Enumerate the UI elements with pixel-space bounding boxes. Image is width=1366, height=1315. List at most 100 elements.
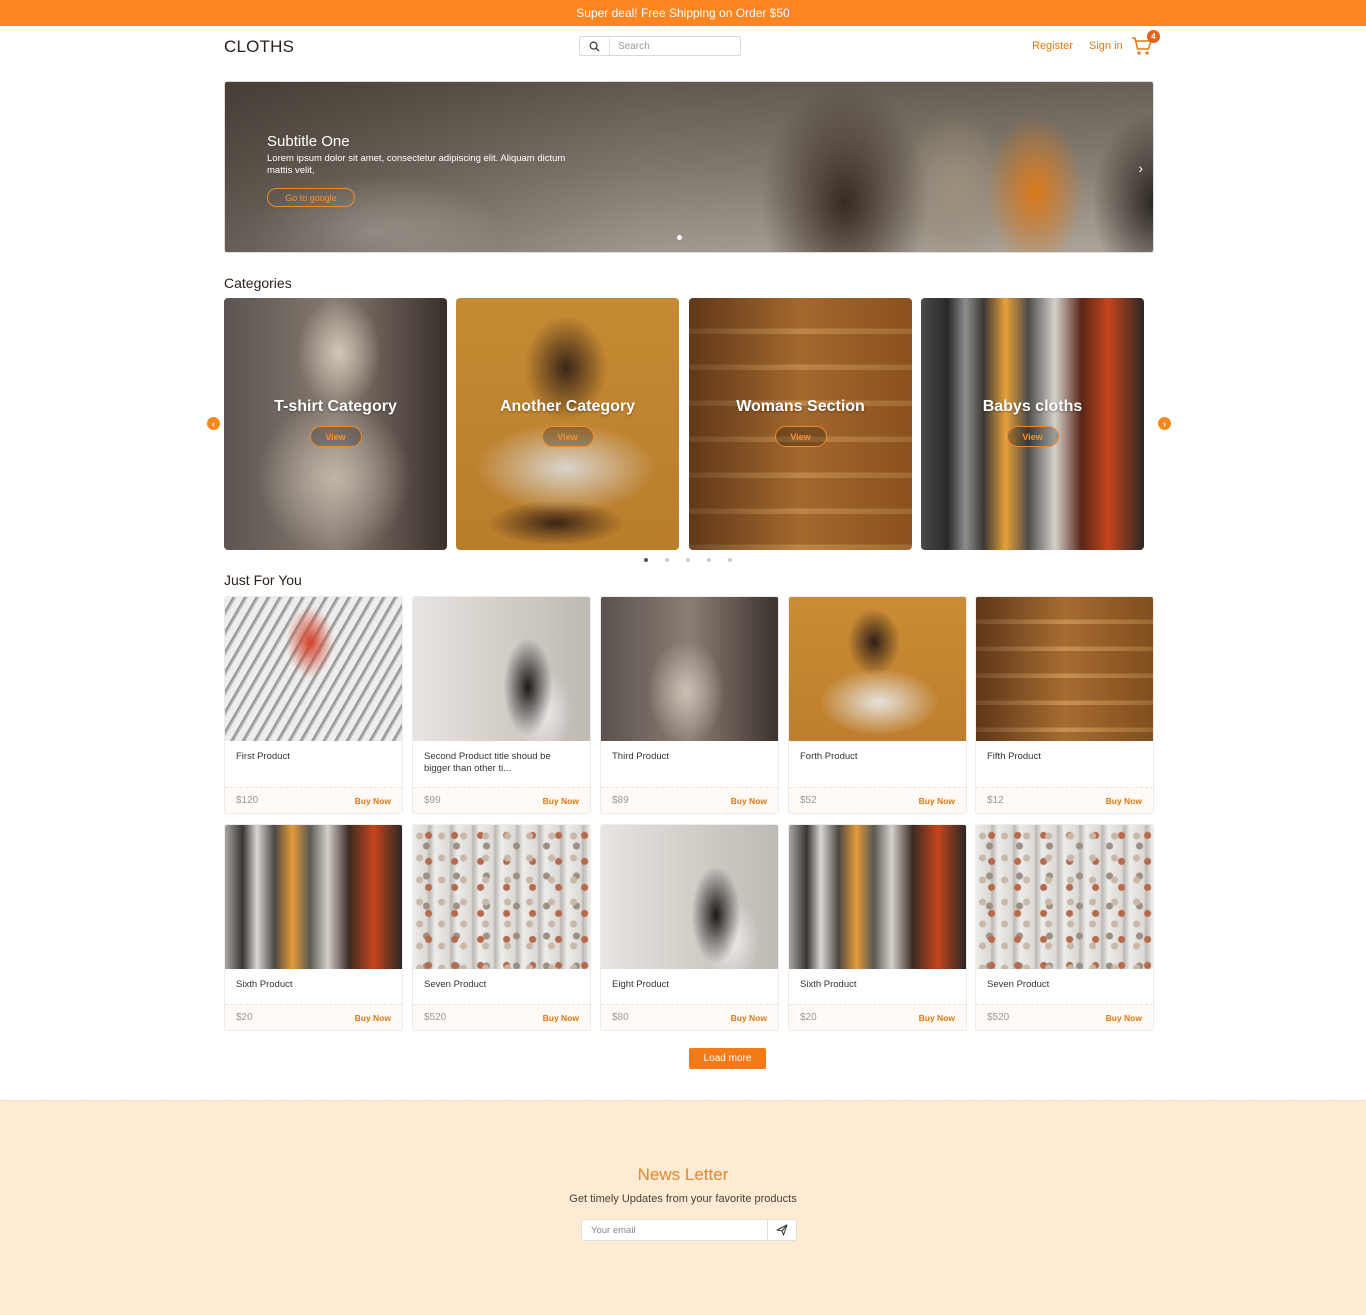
pagination-dot[interactable] [665, 558, 669, 562]
newsletter-email-input[interactable] [582, 1220, 768, 1240]
product-price: $12 [987, 795, 1004, 806]
pagination-dot[interactable] [686, 558, 690, 562]
buy-now-button[interactable]: Buy Now [1106, 1013, 1142, 1023]
just-for-you-title: Just For You [224, 572, 302, 588]
product-price: $89 [612, 795, 629, 806]
category-view-button[interactable]: View [541, 426, 594, 447]
categories-prev-arrow-icon[interactable]: ‹ [207, 417, 220, 430]
product-image [976, 597, 1153, 741]
buy-now-button[interactable]: Buy Now [1106, 796, 1142, 806]
hero-next-arrow-icon[interactable]: › [1138, 160, 1143, 176]
category-card-babys[interactable]: Babys cloths View [921, 298, 1144, 550]
pagination-dot[interactable] [644, 558, 648, 562]
hero-carousel: Subtitle One Lorem ipsum dolor sit amet,… [224, 81, 1154, 253]
category-title: T-shirt Category [274, 398, 397, 415]
category-title: Another Category [499, 398, 636, 415]
product-footer: $520 Buy Now [976, 1004, 1153, 1030]
product-footer: $89 Buy Now [601, 787, 778, 813]
promo-banner: Super deal! Free Shipping on Order $50 [0, 0, 1366, 26]
category-view-button[interactable]: View [774, 426, 827, 447]
load-more-button[interactable]: Load more [689, 1048, 766, 1069]
buy-now-button[interactable]: Buy Now [543, 1013, 579, 1023]
pagination-dot[interactable] [707, 558, 711, 562]
pagination-dot[interactable] [728, 558, 732, 562]
categories-next-arrow-icon[interactable]: › [1158, 417, 1171, 430]
categories-pagination [644, 558, 732, 562]
search-box [579, 36, 741, 56]
category-card-womans[interactable]: Womans Section View [689, 298, 912, 550]
search-icon[interactable] [580, 37, 610, 55]
newsletter-subtitle: Get timely Updates from your favorite pr… [569, 1193, 797, 1205]
search-input[interactable] [610, 38, 738, 54]
product-name: Fifth Product [987, 751, 1041, 762]
product-card[interactable]: Third Product $89 Buy Now [600, 596, 779, 814]
product-footer: $20 Buy Now [789, 1004, 966, 1030]
category-view-button[interactable]: View [1006, 426, 1059, 447]
product-card[interactable]: Seven Product $520 Buy Now [975, 824, 1154, 1031]
product-name: Second Product title shoud be bigger tha… [424, 751, 551, 774]
product-card[interactable]: Second Product title shoud be bigger tha… [412, 596, 591, 814]
product-card[interactable]: Fifth Product $12 Buy Now [975, 596, 1154, 814]
site-logo[interactable]: CLOTHS [224, 37, 294, 57]
hero-dot[interactable] [677, 235, 682, 240]
categories-title: Categories [224, 275, 292, 291]
category-card-tshirt[interactable]: T-shirt Category View [224, 298, 447, 550]
buy-now-button[interactable]: Buy Now [919, 796, 955, 806]
product-image [601, 597, 778, 741]
product-name: Sixth Product [236, 979, 293, 990]
site-header: CLOTHS Register Sign in 4 [0, 26, 1366, 66]
buy-now-button[interactable]: Buy Now [919, 1013, 955, 1023]
category-view-button[interactable]: View [309, 426, 362, 447]
product-image [789, 597, 966, 741]
buy-now-button[interactable]: Buy Now [355, 1013, 391, 1023]
newsletter-title: News Letter [637, 1165, 729, 1184]
product-name: Third Product [612, 751, 670, 762]
product-price: $52 [800, 795, 817, 806]
product-card[interactable]: First Product $120 Buy Now [224, 596, 403, 814]
buy-now-button[interactable]: Buy Now [543, 796, 579, 806]
hero-subtitle: Subtitle One [267, 133, 350, 150]
newsletter-form [581, 1219, 797, 1241]
product-name: Sixth Product [800, 979, 857, 990]
category-title: Babys cloths [982, 398, 1083, 415]
product-footer: $12 Buy Now [976, 787, 1153, 813]
product-footer: $52 Buy Now [789, 787, 966, 813]
product-price: $99 [424, 795, 441, 806]
buy-now-button[interactable]: Buy Now [355, 796, 391, 806]
signin-link[interactable]: Sign in [1089, 40, 1123, 52]
product-price: $20 [236, 1012, 253, 1023]
product-footer: $520 Buy Now [413, 1004, 590, 1030]
product-price: $80 [612, 1012, 629, 1023]
category-card-another[interactable]: Another Category View [456, 298, 679, 550]
product-name: Forth Product [800, 751, 858, 762]
product-price: $120 [236, 795, 259, 806]
product-image [413, 597, 590, 741]
newsletter-section: News Letter Get timely Updates from your… [0, 1100, 1366, 1315]
product-name: Seven Product [424, 979, 487, 990]
product-footer: $99 Buy Now [413, 787, 590, 813]
buy-now-button[interactable]: Buy Now [731, 796, 767, 806]
product-price: $20 [800, 1012, 817, 1023]
cart-button[interactable]: 4 [1131, 30, 1160, 58]
product-card[interactable]: Sixth Product $20 Buy Now [788, 824, 967, 1031]
buy-now-button[interactable]: Buy Now [731, 1013, 767, 1023]
product-card[interactable]: Forth Product $52 Buy Now [788, 596, 967, 814]
product-image [601, 825, 778, 969]
product-image [225, 597, 402, 741]
product-price: $520 [424, 1012, 447, 1023]
product-image [976, 825, 1153, 969]
product-footer: $80 Buy Now [601, 1004, 778, 1030]
register-link[interactable]: Register [1032, 40, 1073, 52]
hero-cta-button[interactable]: Go to google [267, 188, 355, 207]
product-image [413, 825, 590, 969]
product-price: $520 [987, 1012, 1010, 1023]
product-card[interactable]: Eight Product $80 Buy Now [600, 824, 779, 1031]
product-name: First Product [236, 751, 290, 762]
hero-description: Lorem ipsum dolor sit amet, consectetur … [267, 153, 566, 176]
send-icon[interactable] [767, 1220, 796, 1240]
product-card[interactable]: Sixth Product $20 Buy Now [224, 824, 403, 1031]
promo-text: Super deal! Free Shipping on Order $50 [576, 6, 790, 20]
product-card[interactable]: Seven Product $520 Buy Now [412, 824, 591, 1031]
category-title: Womans Section [736, 398, 865, 415]
product-image [789, 825, 966, 969]
